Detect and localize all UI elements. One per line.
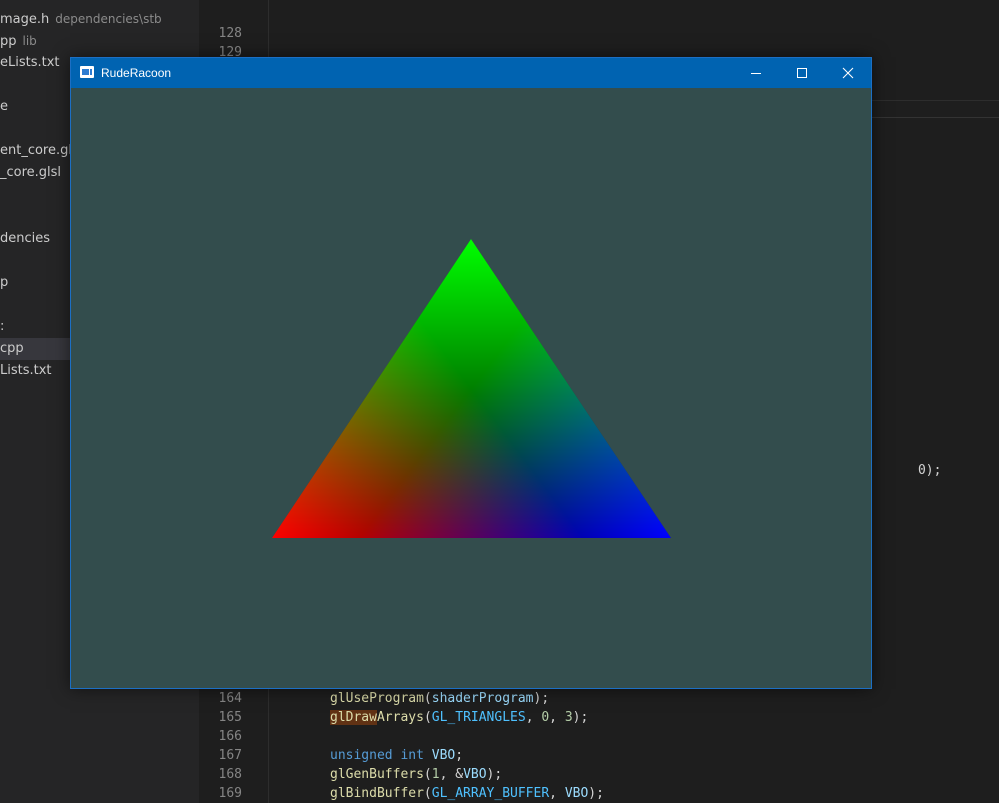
minimize-button[interactable] [733,58,779,88]
explorer-item-selected[interactable]: cpp [0,338,70,360]
code-token: VBO [564,786,589,801]
explorer-item[interactable]: : [0,316,4,338]
explorer-item[interactable]: p [0,272,8,294]
explorer-item[interactable]: ent_core.gls [0,140,79,162]
code-token: ( [423,767,432,782]
line-number: 169 [218,786,242,801]
explorer-item-description: lib [22,34,37,48]
code-fragment: 0); [871,442,941,478]
app-window[interactable]: RudeRacoon [70,57,872,689]
code-token: glGenBuffers [330,767,424,782]
code-token: ( [423,691,432,706]
code-token: 1 [431,767,440,782]
code-token: int [400,748,424,763]
desktop: mage.h mage.hdependencies\stb pplib eLis… [0,0,999,803]
explorer-item-label: cpp [0,341,24,356]
maximize-icon [797,68,807,78]
editor-divider [871,100,999,101]
code-token: unsigned [330,748,393,763]
code-text: glGenBuffers(1, &VBO); [330,765,502,784]
code-text: unsigned int VBO; [330,746,463,765]
code-token: , [549,786,565,801]
explorer-item[interactable]: Lists.txt [0,360,52,382]
explorer-item-label: Lists.txt [0,363,52,378]
opengl-viewport[interactable] [71,88,871,688]
triangle-vertex-bottom-right [272,239,671,538]
code-token: , & [439,767,464,782]
explorer-item[interactable]: eLists.txt [0,52,60,74]
explorer-item-label: mage.h [0,12,50,27]
code-token: ); [486,767,503,782]
code-token: shaderProgram [431,691,534,706]
window-title: RudeRacoon [101,66,172,80]
code-token: glDraw [330,710,377,725]
code-token: 0 [541,710,550,725]
rgb-triangle [272,239,671,538]
code-token: 0); [917,463,942,478]
explorer-item-label: e [0,99,8,114]
maximize-button[interactable] [779,58,825,88]
explorer-item-label: pp [0,34,17,49]
code-text: glDrawArrays(GL_TRIANGLES, 0, 3); [330,708,588,727]
app-window-icon [80,66,94,78]
explorer-item[interactable]: pp lib [0,30,37,52]
code-text: glUseProgram(shaderProgram); [330,689,549,708]
code-token: GL_TRIANGLES [431,710,526,725]
explorer-item[interactable]: dencies [0,228,50,250]
minimize-icon [751,73,761,74]
code-token: VBO [431,748,456,763]
code-line: 128 [199,5,246,41]
code-token: Arrays [376,710,424,725]
explorer-item-label: : [0,319,5,334]
code-token: 3 [564,710,573,725]
close-icon [842,67,854,79]
code-text: glBindBuffer(GL_ARRAY_BUFFER, VBO); [330,784,604,803]
code-line: 129 glDeleteShader(vertexShader); [199,24,526,79]
code-token: glBindBuffer [330,786,424,801]
explorer-item[interactable]: _core.glsl [0,162,61,184]
code-token: ); [533,691,550,706]
code-token: ( [423,786,432,801]
explorer-item-label: _core.glsl [0,165,62,180]
line-number: 165 [218,710,242,725]
explorer-item-label: ent_core.gls [0,143,79,158]
code-token: , [525,710,542,725]
code-token: , [549,710,565,725]
explorer-item-description: dependencies\stb [55,12,162,26]
explorer-item-label: eLists.txt [0,55,60,70]
code-token: GL_ARRAY_BUFFER [431,786,550,801]
explorer-item-label: p [0,275,9,290]
code-token: ); [572,710,589,725]
code-token: ( [423,710,432,725]
explorer-item-label: dencies [0,231,51,246]
code-token: ); [588,786,604,801]
code-token: ; [455,748,464,763]
line-number: 168 [218,767,242,782]
line-number: 166 [218,729,242,744]
title-bar[interactable]: RudeRacoon [71,58,871,88]
close-button[interactable] [825,58,871,88]
explorer-item[interactable]: e [0,96,8,118]
line-number: 164 [218,691,242,706]
editor-divider [871,117,999,118]
explorer-item[interactable]: mage.h dependencies\stb [0,8,162,30]
code-token: glUseProgram [330,691,424,706]
line-number: 167 [218,748,242,763]
code-token: VBO [463,767,487,782]
